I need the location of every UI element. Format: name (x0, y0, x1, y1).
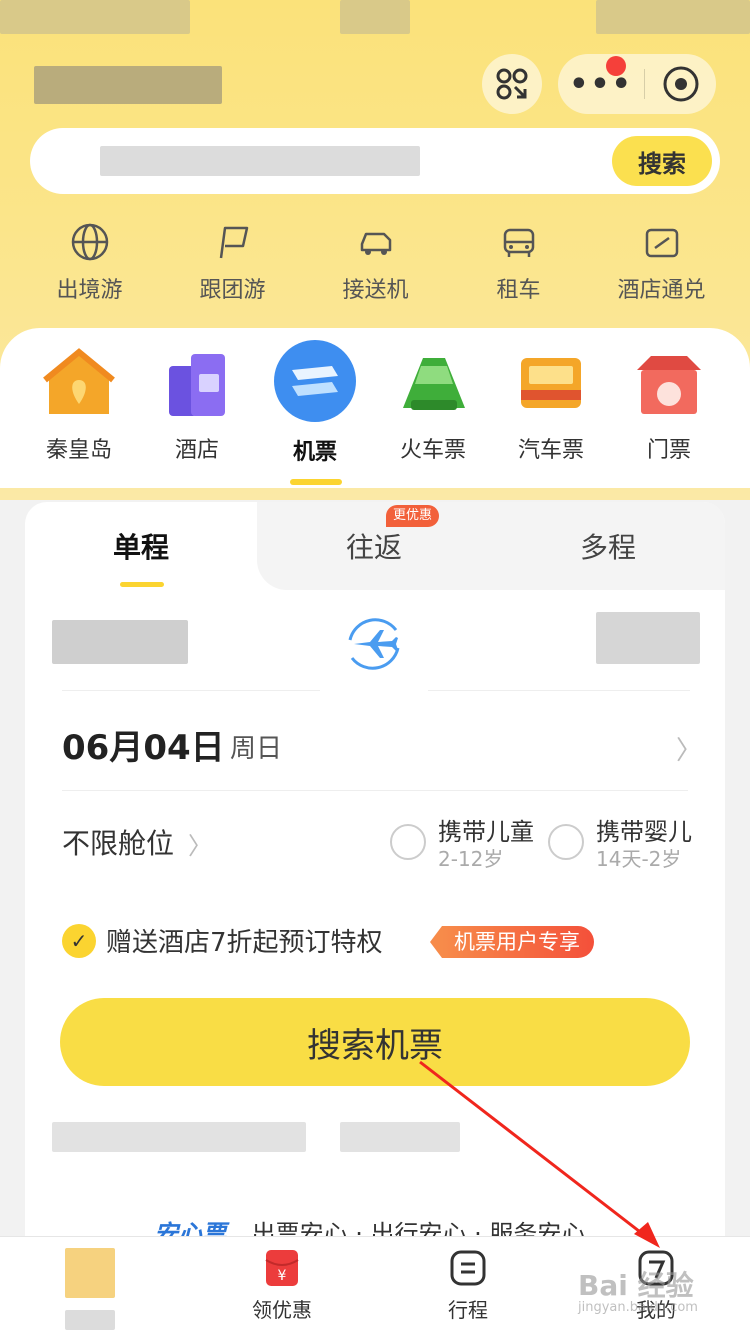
search-flights-button[interactable]: 搜索机票 (60, 998, 690, 1086)
trip-type-tabs: 单程 往返 多程 (25, 502, 725, 590)
category-label: 门票 (646, 438, 691, 463)
active-category-indicator (290, 479, 342, 485)
quick-link-hotel-voucher[interactable]: 酒店通兑 (590, 222, 733, 304)
scan-button[interactable] (482, 54, 542, 114)
category-tickets[interactable]: 门票 (610, 344, 728, 466)
quick-link-label: 出境游 (56, 278, 123, 303)
infant-option[interactable]: 携带婴儿 14天-2岁 (548, 818, 692, 872)
watermark: Bai 经验 (578, 1269, 694, 1302)
quick-link-label: 租车 (496, 278, 541, 303)
more-button[interactable]: ••• (558, 67, 644, 102)
quick-link-airport-transfer[interactable]: 接送机 (304, 222, 447, 304)
quick-link-label: 跟团游 (199, 278, 266, 303)
arrival-city-blur[interactable] (596, 612, 700, 664)
tab-one-way[interactable]: 单程 (25, 502, 257, 590)
search-bar[interactable]: 搜索 (30, 128, 720, 194)
car-icon (503, 228, 534, 257)
infant-age: 14天-2岁 (596, 847, 682, 871)
category-bus[interactable]: 汽车票 (492, 344, 610, 466)
tab-label: 领优惠 (252, 1298, 312, 1322)
plane-icon (274, 340, 356, 422)
red-packet-icon: ¥ (262, 1248, 302, 1288)
category-qinhuangdao[interactable]: 秦皇岛 (20, 344, 138, 466)
category-label: 机票 (292, 440, 337, 465)
child-radio[interactable] (390, 824, 426, 860)
quick-link-label: 酒店通兑 (617, 278, 706, 303)
category-label: 汽车票 (517, 438, 584, 463)
departure-city-blur[interactable] (52, 620, 188, 664)
child-option[interactable]: 携带儿童 2-12岁 (390, 818, 534, 872)
quick-link-car-rental[interactable]: 租车 (447, 222, 590, 304)
notification-dot (606, 56, 626, 76)
category-label: 火车票 (399, 438, 466, 463)
chevron-right-icon: 〉 (188, 832, 212, 860)
capsule-menu: ••• (558, 54, 716, 114)
perk-tag: 机票用户专享 (430, 926, 594, 958)
tab-coupons[interactable]: ¥ 领优惠 (222, 1248, 342, 1323)
check-icon[interactable]: ✓ (62, 923, 96, 958)
category-flight[interactable]: 机票 (256, 340, 374, 466)
category-train[interactable]: 火车票 (374, 344, 492, 466)
globe-icon (71, 223, 108, 261)
quick-links: 出境游 跟团游 接送机 租车 酒店通兑 (0, 222, 750, 304)
bus-icon (513, 344, 589, 420)
infant-label: 携带婴儿 (596, 818, 692, 846)
close-miniprogram-button[interactable] (645, 64, 716, 104)
cabin-class-select[interactable]: 不限舱位 (62, 822, 174, 862)
category-row: 秦皇岛 酒店 机票 火车票 汽车票 门票 (20, 340, 730, 466)
search-button[interactable]: 搜索 (612, 136, 712, 186)
scan-icon (496, 68, 528, 100)
house-pin-icon (41, 344, 117, 420)
category-hotel[interactable]: 酒店 (138, 344, 256, 466)
search-placeholder-blur (100, 146, 420, 176)
departure-weekday: 周日 (230, 734, 283, 764)
infant-radio[interactable] (548, 824, 584, 860)
flag-icon (219, 226, 248, 259)
watermark-url: jingyan.baidu.com (578, 1300, 698, 1315)
quick-link-outbound[interactable]: 出境游 (18, 222, 161, 304)
home-label-blur (65, 1310, 115, 1330)
chevron-right-icon[interactable]: 〉 (676, 730, 702, 767)
divider (428, 690, 690, 691)
swap-plane-icon (348, 618, 400, 670)
history-blur[interactable] (340, 1122, 460, 1152)
app-title-blur (34, 66, 222, 104)
history-blur[interactable] (52, 1122, 306, 1152)
hotel-icon (159, 344, 235, 420)
category-label: 酒店 (174, 438, 219, 463)
swap-cities-button[interactable] (340, 610, 408, 678)
round-trip-badge: 更优惠 (386, 505, 440, 527)
child-label: 携带儿童 (438, 818, 534, 846)
home-icon (65, 1248, 115, 1298)
train-icon (395, 344, 471, 420)
status-bar-blur (340, 0, 410, 34)
tab-multi-city[interactable]: 多程 (491, 502, 725, 590)
active-tab-indicator (120, 582, 164, 587)
car-plane-icon (360, 232, 391, 255)
tab-home[interactable] (30, 1248, 150, 1330)
tab-trips[interactable]: 行程 (408, 1248, 528, 1323)
tab-label: 行程 (448, 1298, 488, 1322)
target-icon (663, 66, 698, 102)
tab-round-trip[interactable]: 往返 (257, 502, 491, 590)
perk-text: 赠送酒店7折起预订特权 (106, 928, 383, 958)
status-bar-blur (596, 0, 750, 34)
departure-date[interactable]: 06月04日 (62, 720, 225, 769)
quick-link-label: 接送机 (342, 278, 409, 303)
ticket-icon (645, 228, 678, 258)
divider (62, 790, 688, 791)
gate-icon (631, 344, 707, 420)
itinerary-icon (448, 1248, 488, 1288)
category-label: 秦皇岛 (45, 438, 112, 463)
child-age: 2-12岁 (438, 847, 504, 871)
quick-link-group-tour[interactable]: 跟团游 (161, 222, 304, 304)
status-bar-blur (0, 0, 190, 34)
divider (62, 690, 320, 691)
hotel-perk[interactable]: ✓ 赠送酒店7折起预订特权 (62, 922, 383, 959)
svg-text:¥: ¥ (278, 1268, 287, 1284)
